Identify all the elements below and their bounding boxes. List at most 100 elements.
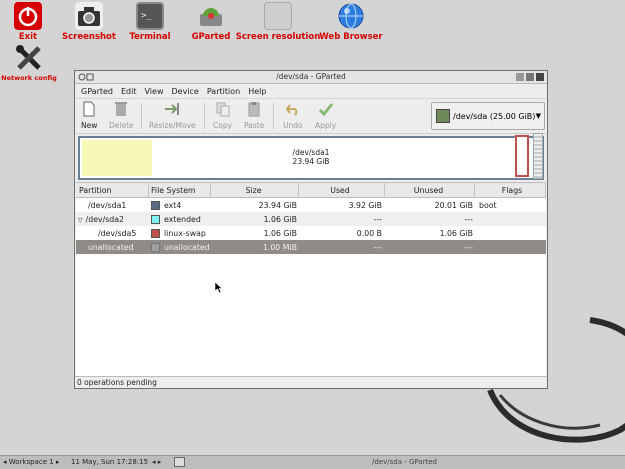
row-size: 1.00 MiB bbox=[262, 242, 297, 252]
copy-button-label: Copy bbox=[213, 121, 233, 130]
undo-button[interactable]: Undo bbox=[283, 101, 303, 130]
toolbar-separator bbox=[141, 103, 142, 129]
web-browser-label: Web Browser bbox=[319, 32, 383, 42]
network-config-desktop-icon[interactable]: Network config bbox=[0, 44, 74, 82]
row-unused: 1.06 GiB bbox=[439, 228, 473, 238]
row-size: 23.94 GiB bbox=[258, 200, 297, 210]
window-controls-icon[interactable] bbox=[516, 73, 544, 81]
power-icon bbox=[14, 2, 42, 30]
row-fs: unallocated bbox=[164, 242, 210, 252]
table-header: Partition File System Size Used Unused F… bbox=[76, 183, 546, 198]
undo-icon bbox=[285, 104, 298, 116]
disk-map-small-partition[interactable] bbox=[515, 135, 529, 177]
copy-icon bbox=[216, 102, 230, 117]
menu-partition[interactable]: Partition bbox=[207, 87, 240, 96]
menu-device[interactable]: Device bbox=[171, 87, 198, 96]
table-row-selected[interactable]: unallocated unallocated 1.00 MiB --- --- bbox=[76, 240, 546, 254]
web-browser-desktop-icon[interactable]: Web Browser bbox=[306, 2, 396, 42]
checkmark-icon bbox=[318, 103, 333, 117]
apply-button-label: Apply bbox=[315, 121, 337, 130]
delete-button[interactable]: Delete bbox=[109, 101, 134, 130]
table-row[interactable]: /dev/sda1 ext4 23.94 GiB 3.92 GiB 20.01 … bbox=[76, 198, 546, 212]
partition-table: Partition File System Size Used Unused F… bbox=[76, 182, 546, 377]
row-used: 0.00 B bbox=[356, 228, 382, 238]
taskbar-arrows[interactable]: ◂ ▸ bbox=[152, 458, 161, 466]
row-used: 3.92 GiB bbox=[348, 200, 382, 210]
menu-view[interactable]: View bbox=[145, 87, 164, 96]
menu-help[interactable]: Help bbox=[248, 87, 266, 96]
window-titlebar[interactable]: /dev/sda - GParted bbox=[75, 71, 547, 84]
menubar: GParted Edit View Device Partition Help bbox=[75, 84, 547, 99]
fs-color-swatch bbox=[151, 242, 160, 252]
mouse-cursor-icon bbox=[215, 282, 223, 293]
paste-button-label: Paste bbox=[244, 121, 265, 130]
chevron-down-icon: ▼ bbox=[535, 112, 541, 120]
table-row[interactable]: ▽/dev/sda2 extended 1.06 GiB --- --- bbox=[76, 212, 546, 226]
paste-button[interactable]: Paste bbox=[244, 101, 264, 130]
row-partition: unallocated bbox=[88, 242, 134, 252]
toolbar-separator bbox=[273, 103, 274, 129]
row-fs: linux-swap bbox=[164, 228, 206, 238]
globe-icon bbox=[337, 2, 365, 30]
network-config-label: Network config bbox=[1, 74, 57, 82]
terminal-icon: >_ bbox=[136, 2, 164, 30]
workspace-switcher[interactable]: ◂ Workspace 1 ▸ bbox=[3, 458, 59, 466]
menu-edit[interactable]: Edit bbox=[121, 87, 137, 96]
hard-disk-icon bbox=[436, 109, 450, 123]
window-title: /dev/sda - GParted bbox=[276, 72, 346, 81]
delete-icon bbox=[115, 102, 128, 116]
row-unused: --- bbox=[464, 214, 473, 224]
window-list-icon[interactable] bbox=[174, 457, 185, 467]
tools-icon bbox=[15, 44, 43, 72]
camera-icon bbox=[75, 2, 103, 30]
row-fs: extended bbox=[164, 214, 201, 224]
column-used[interactable]: Used bbox=[299, 183, 385, 197]
fs-color-swatch bbox=[151, 228, 160, 238]
fs-color-swatch bbox=[151, 214, 160, 224]
new-button[interactable]: New bbox=[81, 101, 97, 130]
expander-triangle-icon[interactable]: ▽ bbox=[78, 217, 83, 224]
column-partition[interactable]: Partition bbox=[76, 183, 149, 197]
apply-button[interactable]: Apply bbox=[315, 101, 336, 130]
column-flags[interactable]: Flags bbox=[475, 183, 546, 197]
menu-gparted[interactable]: GParted bbox=[81, 87, 113, 96]
column-file-system[interactable]: File System bbox=[149, 183, 211, 197]
row-flags: boot bbox=[479, 200, 497, 210]
status-bar: 0 operations pending bbox=[75, 376, 547, 388]
clock: 11 May, Sun 17:28:15 bbox=[71, 458, 149, 466]
resize-move-button[interactable]: Resize/Move bbox=[149, 101, 196, 130]
row-used: --- bbox=[373, 242, 382, 252]
taskbar-window-title[interactable]: /dev/sda - GParted bbox=[372, 458, 437, 466]
row-fs: ext4 bbox=[164, 200, 182, 210]
row-size: 1.06 GiB bbox=[263, 214, 297, 224]
disk-map-partition-size: 23.94 GiB bbox=[292, 157, 330, 166]
device-selector[interactable]: /dev/sda (25.00 GiB) ▼ bbox=[431, 102, 545, 130]
table-row[interactable]: /dev/sda5 linux-swap 1.06 GiB 0.00 B 1.0… bbox=[76, 226, 546, 240]
monitor-icon bbox=[264, 2, 292, 30]
resize-icon bbox=[165, 103, 180, 115]
row-used: --- bbox=[373, 214, 382, 224]
undo-button-label: Undo bbox=[283, 121, 303, 130]
new-document-icon bbox=[83, 101, 95, 117]
disk-map-extended-partition[interactable] bbox=[533, 133, 543, 179]
paste-icon bbox=[248, 102, 260, 117]
copy-button[interactable]: Copy bbox=[213, 101, 232, 130]
toolbar-separator bbox=[204, 103, 205, 129]
device-selector-value: /dev/sda (25.00 GiB) bbox=[453, 111, 536, 121]
disk-map-partition-name: /dev/sda1 bbox=[292, 148, 330, 157]
row-partition: /dev/sda5 bbox=[98, 228, 137, 238]
delete-button-label: Delete bbox=[109, 121, 134, 130]
row-size: 1.06 GiB bbox=[263, 228, 297, 238]
resize-move-button-label: Resize/Move bbox=[149, 121, 196, 130]
svg-text:>_: >_ bbox=[141, 11, 152, 21]
row-unused: 20.01 GiB bbox=[434, 200, 473, 210]
row-unused: --- bbox=[464, 242, 473, 252]
disk-map[interactable]: /dev/sda1 23.94 GiB bbox=[78, 136, 544, 180]
new-button-label: New bbox=[81, 121, 98, 130]
disk-icon bbox=[197, 2, 225, 30]
fs-color-swatch bbox=[151, 200, 160, 210]
column-size[interactable]: Size bbox=[211, 183, 299, 197]
toolbar: New Delete Resize/Move Copy Paste Undo A… bbox=[75, 99, 547, 134]
column-unused[interactable]: Unused bbox=[385, 183, 475, 197]
row-partition: /dev/sda2 bbox=[85, 214, 124, 224]
